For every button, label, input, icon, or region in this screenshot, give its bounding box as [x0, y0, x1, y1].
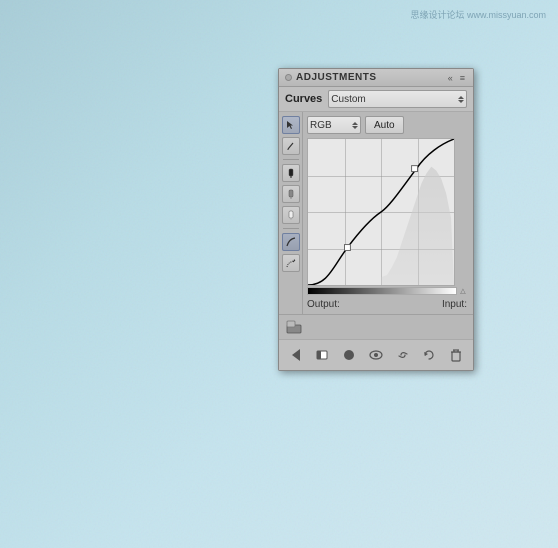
footer-delete-btn[interactable]: [445, 344, 467, 366]
footer-layer-mask-btn[interactable]: [312, 344, 334, 366]
tool-pointer[interactable]: [282, 116, 300, 134]
watermark: 思缘设计论坛 www.missyuan.com: [410, 8, 546, 21]
gradient-bar-indicator: △: [457, 287, 469, 295]
tool-curve-pencil[interactable]: [282, 254, 300, 272]
footer-circle-btn[interactable]: [338, 344, 360, 366]
tool-divider-2: [283, 228, 299, 229]
curves-row: Curves Custom: [279, 87, 473, 112]
tool-curve-line[interactable]: [282, 233, 300, 251]
panel-menu-icon[interactable]: ≡: [458, 73, 467, 83]
panel-titlebar: ADJUSTMENTS « ≡: [279, 69, 473, 87]
curves-label: Curves: [285, 93, 322, 105]
channel-value: RGB: [310, 120, 332, 131]
footer-reset-btn[interactable]: [418, 344, 440, 366]
tool-eyedropper-white[interactable]: [282, 206, 300, 224]
output-input-row: Output: Input:: [307, 299, 469, 310]
tool-eyedropper-black[interactable]: [282, 164, 300, 182]
gradient-bar-row: △: [307, 287, 469, 295]
footer-eye-btn[interactable]: [365, 344, 387, 366]
panel-content: RGB Auto: [279, 112, 473, 314]
channel-arrow-up: [352, 122, 358, 125]
panel-collapse-icon[interactable]: «: [446, 73, 455, 83]
panel-title: ADJUSTMENTS: [296, 72, 377, 83]
preset-select[interactable]: Custom: [328, 90, 467, 108]
curve-svg: [308, 139, 454, 285]
footer-link-btn[interactable]: [392, 344, 414, 366]
right-panel: RGB Auto: [303, 112, 473, 314]
panel-bottom: [279, 314, 473, 339]
arrow-up-icon: [458, 96, 464, 99]
preset-value: Custom: [331, 94, 365, 105]
input-label: Input:: [442, 299, 467, 310]
tool-divider-1: [283, 159, 299, 160]
panel-footer: [279, 339, 473, 370]
gradient-bar: [307, 287, 457, 295]
footer-back-btn[interactable]: [285, 344, 307, 366]
panel-close-dot[interactable]: [285, 74, 292, 81]
adjustments-panel: ADJUSTMENTS « ≡ Curves Custom: [278, 68, 474, 371]
channel-row: RGB Auto: [307, 116, 469, 134]
tool-pencil-draw[interactable]: [282, 137, 300, 155]
tool-eyedropper-gray[interactable]: [282, 185, 300, 203]
channel-arrow-down: [352, 126, 358, 129]
arrow-down-icon: [458, 100, 464, 103]
curves-graph[interactable]: [307, 138, 455, 286]
left-toolbar: [279, 112, 303, 314]
channel-select[interactable]: RGB: [307, 116, 361, 134]
layer-icon[interactable]: [285, 318, 303, 336]
output-label: Output:: [307, 299, 340, 310]
auto-button[interactable]: Auto: [365, 116, 404, 134]
